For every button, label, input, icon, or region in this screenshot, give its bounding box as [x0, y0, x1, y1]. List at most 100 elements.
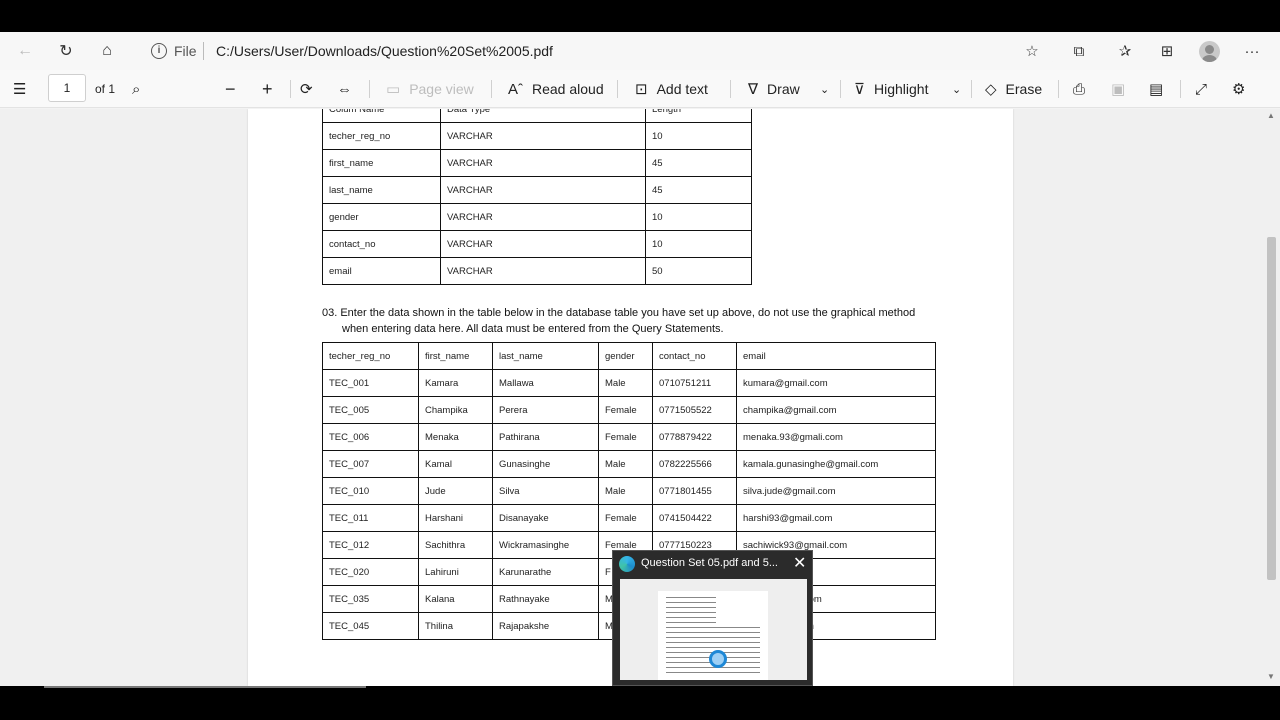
- thumbnail-line: [666, 602, 716, 603]
- find-button[interactable]: ⌕: [132, 70, 149, 108]
- read-aloud-button[interactable]: A͏ˆ Read aloud: [508, 70, 604, 108]
- taskbar-thumbnail-popup[interactable]: Question Set 05.pdf and 5... ✕: [612, 550, 813, 686]
- top-black-bar: [0, 0, 1280, 32]
- table-cell: Perera: [492, 396, 599, 424]
- table-cell: VARCHAR: [440, 257, 646, 285]
- table-cell: gender: [598, 342, 653, 370]
- table-cell: VARCHAR: [440, 176, 646, 204]
- table-cell: TEC_045: [322, 612, 419, 640]
- scroll-up-icon[interactable]: ▲: [1267, 111, 1275, 120]
- url-divider: [203, 42, 204, 60]
- erase-button[interactable]: ◇ Erase: [985, 70, 1042, 108]
- erase-label: Erase: [1005, 81, 1043, 97]
- page-number-input[interactable]: 1: [48, 74, 86, 102]
- avatar[interactable]: [1199, 41, 1220, 62]
- save-as-button[interactable]: ▤: [1149, 70, 1172, 108]
- settings-button[interactable]: ⚙: [1232, 70, 1254, 108]
- table-cell: kumara@gmail.com: [736, 369, 936, 397]
- divider: [1180, 80, 1181, 98]
- table-cell: VARCHAR: [440, 149, 646, 177]
- print-button[interactable]: ⎙: [1073, 70, 1094, 108]
- extensions-button[interactable]: ⧉: [1068, 40, 1090, 62]
- table-cell: TEC_020: [322, 558, 419, 586]
- highlight-button[interactable]: ⊽ Highlight: [854, 70, 928, 108]
- save-button[interactable]: ▣: [1111, 70, 1134, 108]
- add-text-label: Add text: [656, 81, 708, 97]
- divider: [730, 80, 731, 98]
- table-cell: Colum Name: [322, 109, 441, 123]
- table-row: gender VARCHAR 10: [322, 203, 752, 231]
- refresh-button[interactable]: ↻: [53, 38, 79, 64]
- fit-page-icon: ⇔: [337, 80, 352, 98]
- read-aloud-icon: A͏ˆ: [508, 80, 523, 98]
- divider: [369, 80, 370, 98]
- table-cell: Disanayake: [492, 504, 599, 532]
- page-view-button[interactable]: ▭ Page view: [386, 70, 474, 108]
- chevron-down-icon: ⌄: [952, 83, 962, 96]
- table-row: TEC_006 Menaka Pathirana Female 0778879422 me…: [322, 423, 936, 451]
- table-cell: champika@gmail.com: [736, 396, 936, 424]
- divider: [840, 80, 841, 98]
- add-text-button[interactable]: ⊡ Add text: [635, 70, 708, 108]
- table-cell: 0771505522: [652, 396, 737, 424]
- draw-dropdown[interactable]: ⌄: [820, 70, 829, 108]
- table-cell: TEC_012: [322, 531, 419, 559]
- zoom-in-button[interactable]: +: [262, 70, 273, 108]
- url-path[interactable]: C:/Users/User/Downloads/Question%20Set%2…: [216, 43, 553, 59]
- info-icon[interactable]: i: [151, 43, 167, 59]
- contents-button[interactable]: ☰: [13, 70, 35, 108]
- minus-icon: −: [225, 78, 236, 99]
- url-box[interactable]: i File C:/Users/User/Downloads/Question%…: [137, 36, 1057, 66]
- table-cell: TEC_005: [322, 396, 419, 424]
- refresh-icon: ↻: [59, 43, 73, 60]
- home-button[interactable]: ⌂: [94, 38, 120, 64]
- list-icon: ☰: [13, 81, 27, 98]
- divider: [290, 80, 291, 98]
- table-cell: 10: [645, 203, 752, 231]
- draw-button[interactable]: ∇ Draw: [748, 70, 800, 108]
- favorites-button[interactable]: ✰: [1114, 40, 1136, 62]
- divider: [1058, 80, 1059, 98]
- draw-label: Draw: [767, 81, 800, 97]
- fit-page-button[interactable]: ⇔: [337, 70, 361, 108]
- chevron-down-icon: ⌄: [820, 83, 830, 96]
- table-row: contact_no VARCHAR 10: [322, 230, 752, 258]
- table-cell: email: [736, 342, 936, 370]
- thumbnail-line: [666, 612, 716, 613]
- table-cell: last_name: [322, 176, 441, 204]
- table-cell: kamala.gunasinghe@gmail.com: [736, 450, 936, 478]
- table-cell: VARCHAR: [440, 122, 646, 150]
- table-cell: VARCHAR: [440, 203, 646, 231]
- table-cell: 45: [645, 149, 752, 177]
- scroll-down-icon[interactable]: ▼: [1267, 672, 1275, 681]
- table-cell: 45: [645, 176, 752, 204]
- text-box-icon: ⊡: [635, 81, 648, 98]
- search-icon: ⌕: [132, 80, 141, 98]
- collections-button[interactable]: ⊞: [1156, 40, 1178, 62]
- scroll-thumb[interactable]: [1267, 237, 1276, 580]
- table-header-row: techer_reg_no first_name last_name gender co…: [322, 342, 936, 370]
- question-line-1: 03. Enter the data shown in the table be…: [322, 307, 916, 319]
- scrollbar[interactable]: ▲ ▼: [1264, 109, 1280, 686]
- print-icon: ⎙: [1073, 80, 1086, 98]
- more-button[interactable]: ···: [1241, 40, 1263, 62]
- thumbnail-line: [666, 672, 760, 673]
- back-button[interactable]: ←: [12, 38, 38, 64]
- table-cell: Kalana: [418, 585, 493, 613]
- thumbnail-preview[interactable]: [620, 579, 807, 680]
- table-cell: TEC_011: [322, 504, 419, 532]
- close-icon[interactable]: ✕: [793, 553, 806, 573]
- columns-table: Colum Name Data Type Length techer_reg_no VA…: [322, 109, 752, 285]
- rotate-button[interactable]: ⟳: [300, 70, 322, 108]
- thumbnail-title: Question Set 05.pdf and 5...: [641, 557, 778, 569]
- table-cell: Karunarathe: [492, 558, 599, 586]
- gear-icon: ⚙: [1232, 81, 1246, 98]
- highlight-label: Highlight: [873, 81, 929, 97]
- highlight-dropdown[interactable]: ⌄: [952, 70, 961, 108]
- eraser-icon: ◇: [985, 81, 997, 98]
- fullscreen-button[interactable]: ⤢: [1195, 70, 1216, 108]
- table-cell: Champika: [418, 396, 493, 424]
- add-favorite-button[interactable]: ☆: [1021, 40, 1043, 62]
- star-add-icon: ☆: [1025, 43, 1039, 60]
- zoom-out-button[interactable]: −: [225, 70, 236, 108]
